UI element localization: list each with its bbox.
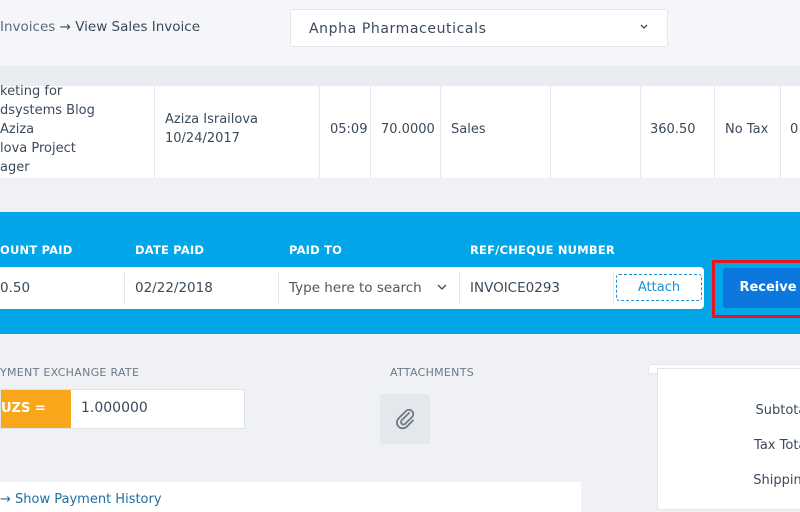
item-person: Aziza Israilova 10/24/2017 — [165, 110, 258, 148]
show-payment-history-link[interactable]: → Show Payment History — [0, 492, 162, 507]
amount-paid-field[interactable]: 0.50 — [0, 280, 30, 296]
item-account: Sales — [451, 122, 486, 137]
column-divider — [154, 86, 155, 178]
column-divider — [319, 86, 320, 178]
company-select[interactable]: Anpha Pharmaceuticals — [290, 9, 668, 47]
arrow-icon: → — [0, 492, 11, 507]
header-date-paid: DATE PAID — [135, 243, 205, 257]
breadcrumb-current: View Sales Invoice — [75, 19, 201, 35]
history-link-label: Show Payment History — [15, 492, 162, 507]
shipping-label: Shipping — [753, 473, 800, 488]
column-divider — [440, 86, 441, 178]
description-line: lova Project — [0, 141, 76, 156]
table-header-strip — [0, 66, 800, 86]
item-amount: 360.50 — [650, 122, 696, 137]
field-divider — [124, 273, 125, 303]
breadcrumb-invoices-link[interactable]: Invoices — [0, 19, 55, 35]
column-divider — [550, 86, 551, 178]
column-divider — [780, 86, 781, 178]
exchange-rate-field[interactable]: UZS = 1.000000 — [0, 389, 245, 429]
chevron-down-icon[interactable] — [436, 281, 448, 293]
currency-badge: UZS = — [1, 390, 71, 428]
person-date: 10/24/2017 — [165, 131, 240, 146]
table-row: keting for dsystems Blog Aziza lova Proj… — [0, 84, 800, 178]
column-divider — [370, 86, 371, 178]
paid-to-search-input[interactable]: Type here to search — [289, 280, 422, 296]
field-divider — [613, 273, 614, 303]
description-line: keting for — [0, 84, 63, 99]
company-select-value: Anpha Pharmaceuticals — [309, 21, 487, 37]
item-rate: 70.0000 — [381, 122, 435, 137]
summary-panel: Subtotal Tax Total Shipping — [657, 368, 800, 510]
ref-number-field[interactable]: INVOICE0293 — [470, 280, 560, 296]
payment-history-bar: → Show Payment History — [0, 482, 581, 512]
date-paid-field[interactable]: 02/22/2018 — [135, 280, 213, 296]
exchange-rate-value[interactable]: 1.000000 — [81, 400, 148, 416]
subtotal-label: Subtotal — [755, 403, 800, 418]
header-paid-to: PAID TO — [289, 243, 343, 257]
description-line: ager — [0, 160, 30, 175]
field-divider — [459, 273, 460, 303]
chevron-down-icon — [640, 24, 648, 29]
item-trailing: 0 — [790, 122, 799, 137]
person-name: Aziza Israilova — [165, 112, 259, 127]
attach-button[interactable]: Attach — [616, 274, 702, 301]
payment-input-row: 0.50 02/22/2018 Type here to search INVO… — [0, 267, 704, 309]
payment-bar: OUNT PAID DATE PAID PAID TO REF/CHEQUE N… — [0, 212, 800, 334]
item-tax: No Tax — [725, 122, 769, 137]
paperclip-icon — [396, 408, 415, 430]
breadcrumb-arrow-icon: → — [59, 19, 71, 35]
column-divider — [714, 86, 715, 178]
item-hours: 05:09 — [330, 122, 368, 137]
receive-button[interactable]: Receive — [723, 268, 800, 308]
header-amount-paid: OUNT PAID — [0, 243, 73, 257]
description-line: Aziza — [0, 122, 35, 137]
exchange-rate-label: YMENT EXCHANGE RATE — [0, 366, 140, 379]
attachment-button[interactable] — [380, 394, 430, 444]
tax-total-label: Tax Total — [754, 438, 800, 453]
description-line: dsystems Blog — [0, 103, 95, 118]
breadcrumb: Invoices → View Sales Invoice — [0, 19, 200, 35]
item-description: keting for dsystems Blog Aziza lova Proj… — [0, 82, 95, 177]
field-divider — [278, 273, 279, 303]
header-ref-number: REF/CHEQUE NUMBER — [470, 243, 615, 257]
column-divider — [640, 86, 641, 178]
attachments-label: ATTACHMENTS — [390, 366, 475, 379]
